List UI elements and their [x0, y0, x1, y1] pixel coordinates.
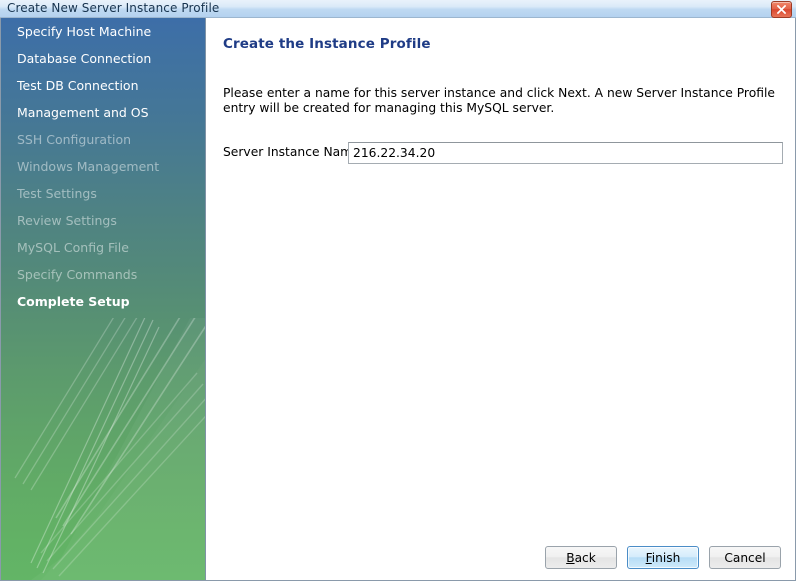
page-description: Please enter a name for this server inst… — [223, 86, 775, 115]
dialog-window: Create New Server Instance Profile Speci… — [0, 0, 796, 581]
sidebar-item-label: Test DB Connection — [17, 78, 139, 93]
sidebar-item-label: Database Connection — [17, 51, 152, 66]
sidebar-item-test-db-connection[interactable]: Test DB Connection — [1, 72, 205, 99]
title-bar: Create New Server Instance Profile — [0, 0, 796, 18]
sidebar-item-label: Test Settings — [17, 186, 97, 201]
sidebar-item-mysql-config-file: MySQL Config File — [1, 234, 205, 261]
finish-button-label: Finish — [645, 550, 681, 565]
sidebar-item-label: Windows Management — [17, 159, 160, 174]
sidebar-item-label: SSH Configuration — [17, 132, 132, 147]
close-icon[interactable] — [771, 1, 792, 18]
sidebar-item-review-settings: Review Settings — [1, 207, 205, 234]
server-instance-name-input[interactable] — [348, 142, 783, 164]
sidebar-item-test-settings: Test Settings — [1, 180, 205, 207]
server-instance-name-label: Server Instance Name: — [223, 145, 364, 159]
sidebar-item-database-connection[interactable]: Database Connection — [1, 45, 205, 72]
wizard-step-list: Specify Host Machine Database Connection… — [1, 18, 205, 315]
sidebar-item-label: Specify Commands — [17, 267, 138, 282]
sidebar-item-label: Review Settings — [17, 213, 117, 228]
cancel-button[interactable]: Cancel — [709, 546, 781, 569]
sidebar-item-complete-setup[interactable]: Complete Setup — [1, 288, 205, 315]
finish-button[interactable]: Finish — [627, 546, 699, 569]
sidebar-item-windows-management: Windows Management — [1, 153, 205, 180]
sidebar-item-label: Specify Host Machine — [17, 24, 152, 39]
wizard-content-panel: Create the Instance Profile Please enter… — [207, 18, 795, 580]
sidebar-item-label: MySQL Config File — [17, 240, 129, 255]
wizard-step-sidebar: Specify Host Machine Database Connection… — [1, 18, 206, 580]
back-button-label: Back — [566, 550, 596, 565]
dolphin-decoration-icon — [14, 318, 205, 580]
sidebar-item-label: Management and OS — [17, 105, 149, 120]
server-instance-name-row: Server Instance Name: — [223, 142, 783, 164]
sidebar-item-label: Complete Setup — [17, 294, 130, 309]
sidebar-item-management-and-os[interactable]: Management and OS — [1, 99, 205, 126]
sidebar-item-specify-host-machine[interactable]: Specify Host Machine — [1, 18, 205, 45]
sidebar-item-specify-commands: Specify Commands — [1, 261, 205, 288]
cancel-button-label: Cancel — [724, 550, 766, 565]
sidebar-item-ssh-configuration: SSH Configuration — [1, 126, 205, 153]
back-button[interactable]: Back — [545, 546, 617, 569]
window-title: Create New Server Instance Profile — [7, 1, 220, 15]
dialog-button-bar: Back Finish Cancel — [545, 546, 781, 570]
page-title: Create the Instance Profile — [223, 36, 431, 52]
dialog-client-area: Specify Host Machine Database Connection… — [0, 18, 796, 581]
